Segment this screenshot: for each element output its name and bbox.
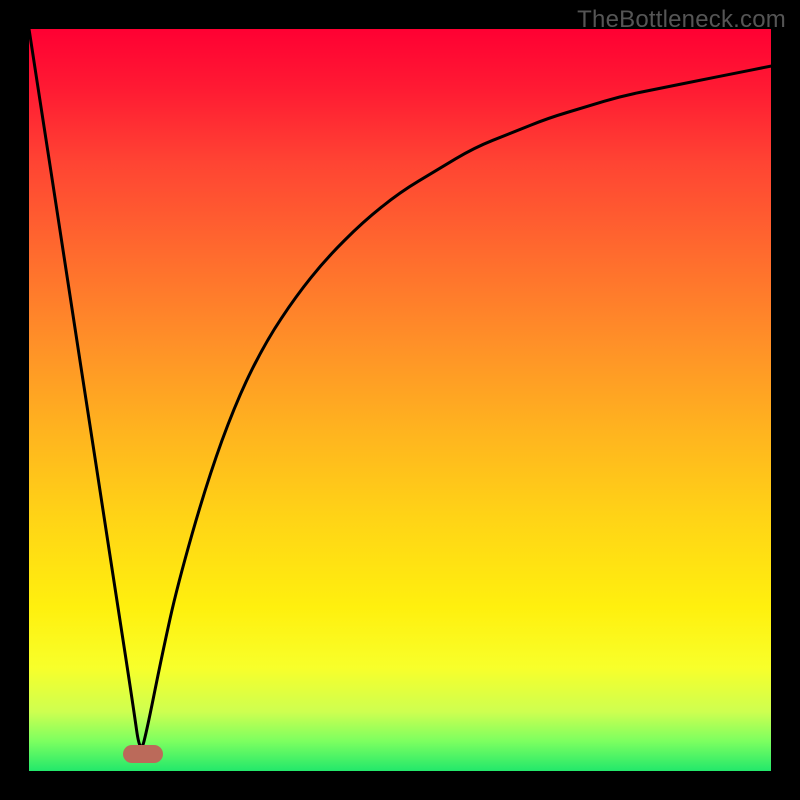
bottleneck-curve [29,29,771,771]
plot-area [29,29,771,771]
optimal-valley-marker [123,745,163,763]
chart-frame: TheBottleneck.com [0,0,800,800]
